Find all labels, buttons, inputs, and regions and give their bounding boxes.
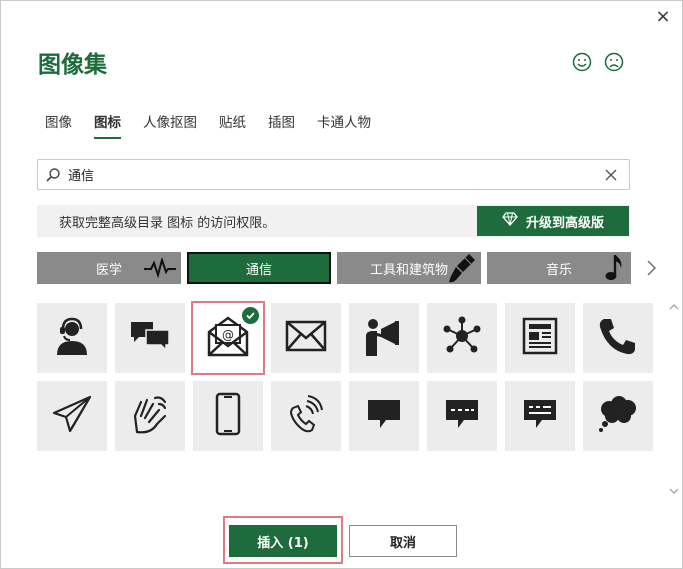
tab-cutout-people[interactable]: 人像抠图: [143, 111, 197, 139]
thought-bubble-icon: [597, 395, 639, 437]
music-note-icon: [603, 252, 627, 284]
icon-tile-selected[interactable]: @: [191, 301, 265, 375]
checkmark-icon: [242, 307, 259, 324]
smile-feedback-icon[interactable]: [571, 51, 593, 73]
icon-tile[interactable]: [583, 381, 653, 451]
icon-tile[interactable]: [37, 381, 107, 451]
category-communication[interactable]: 通信: [187, 252, 331, 284]
category-medical[interactable]: 医学: [37, 252, 181, 284]
phone-handset-icon: [598, 316, 638, 360]
frown-feedback-icon[interactable]: [603, 51, 625, 73]
premium-banner: 获取完整高级目录 图标 的访问权限。 升级到高级版: [37, 205, 630, 237]
category-label: 通信: [245, 262, 272, 278]
icon-tile[interactable]: [583, 303, 653, 373]
network-icon: [442, 316, 482, 360]
newspaper-icon: [522, 317, 558, 359]
icon-tile[interactable]: [427, 303, 497, 373]
category-label: 医学: [95, 262, 122, 278]
category-strip: 医学 通信 工具和建筑物 音乐: [37, 252, 631, 284]
category-tools-buildings[interactable]: 工具和建筑物: [337, 252, 481, 284]
paper-plane-icon: [52, 395, 92, 437]
category-music[interactable]: 音乐: [487, 252, 631, 284]
mobile-phone-icon: [215, 392, 241, 440]
dialog-title: 图像集: [38, 51, 107, 78]
search-input[interactable]: [68, 167, 593, 182]
search-box: [37, 159, 630, 190]
icon-grid: @: [37, 301, 653, 451]
tab-bar: 图像 图标 人像抠图 贴纸 插图 卡通人物: [45, 111, 393, 139]
diamond-icon: [502, 212, 518, 230]
icon-tile[interactable]: [271, 381, 341, 451]
icon-tile[interactable]: [349, 381, 419, 451]
heartbeat-icon: [143, 252, 177, 284]
cancel-button[interactable]: 取消: [349, 525, 457, 557]
sign-language-icon: [131, 394, 169, 438]
search-icon: [38, 167, 68, 183]
customer-support-icon: [52, 316, 92, 360]
tab-images[interactable]: 图像: [45, 111, 72, 139]
tab-icons[interactable]: 图标: [94, 111, 121, 139]
message-dashes-icon: [444, 398, 480, 434]
vertical-scrollbar[interactable]: [667, 301, 681, 511]
svg-text:@: @: [222, 328, 234, 342]
brush-icon: [447, 252, 477, 284]
icon-tile[interactable]: [271, 303, 341, 373]
icon-tile[interactable]: [427, 381, 497, 451]
tab-illustrations[interactable]: 插图: [268, 111, 295, 139]
premium-banner-text: 获取完整高级目录 图标 的访问权限。: [59, 215, 276, 231]
phone-ringing-icon: [288, 394, 324, 438]
icon-gallery-dialog: × 图像集 图像 图标 人像抠图 贴纸 插图 卡通人物 获取完整高级目录 图标 …: [0, 0, 683, 569]
open-email-icon: @: [206, 315, 250, 361]
chat-bubbles-icon: [129, 318, 171, 358]
envelope-icon: [285, 320, 327, 356]
icon-tile[interactable]: [37, 303, 107, 373]
icon-tile[interactable]: [349, 303, 419, 373]
chevron-right-icon[interactable]: [641, 255, 661, 281]
icon-tile[interactable]: [505, 303, 575, 373]
category-label: 工具和建筑物: [369, 262, 448, 278]
tab-cartoon-people[interactable]: 卡通人物: [317, 111, 371, 139]
category-label: 音乐: [545, 262, 572, 278]
insert-button[interactable]: 插入 (1): [229, 525, 337, 557]
icon-tile[interactable]: [115, 381, 185, 451]
speech-bubble-icon: [366, 398, 402, 434]
megaphone-person-icon: [363, 316, 405, 360]
close-button[interactable]: ×: [652, 5, 674, 27]
message-lines-icon: [522, 398, 558, 434]
tab-stickers[interactable]: 贴纸: [219, 111, 246, 139]
upgrade-label: 升级到高级版: [525, 215, 604, 231]
icon-tile[interactable]: [193, 381, 263, 451]
upgrade-button[interactable]: 升级到高级版: [477, 206, 629, 236]
clear-icon[interactable]: [593, 168, 629, 182]
icon-tile[interactable]: [115, 303, 185, 373]
icon-tile[interactable]: [505, 381, 575, 451]
